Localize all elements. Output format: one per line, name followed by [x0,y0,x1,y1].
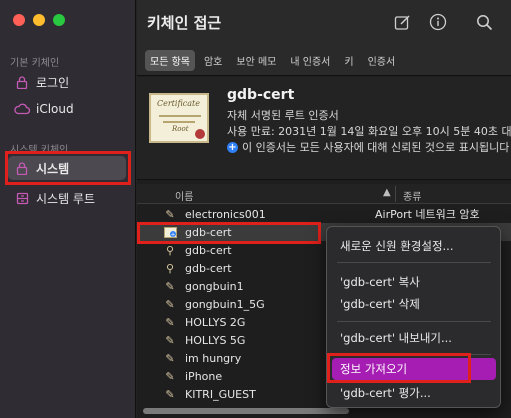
column-header-kind[interactable]: 종류 [403,188,421,203]
certificate-line [163,121,195,123]
certificate-name: gdb-cert [227,87,295,103]
sidebar-item-label: iCloud [36,102,74,116]
window-controls [13,14,65,26]
column-divider[interactable] [395,186,396,202]
menu-separator [337,262,491,263]
certificate-line [159,115,201,117]
menu-item-copy[interactable]: 'gdb-cert' 복사 [332,271,496,293]
row-name: KITRI_GUEST [185,387,256,401]
key-icon: ⚲ [165,243,175,257]
annotation-highlight-box [137,222,321,244]
row-name: iPhone [185,369,223,383]
certificate-image-sub: Root [172,125,189,133]
minimize-button[interactable] [33,14,45,26]
row-name: gongbuin1 [185,279,244,293]
tab-secure-notes[interactable]: 보안 메모 [231,50,281,71]
sidebar-item-icloud[interactable]: iCloud [8,97,126,121]
annotation-highlight-box [327,353,471,383]
tab-certificates[interactable]: 인증서 [363,50,401,71]
cabinet-icon [14,192,30,205]
sidebar-item-label: 로그인 [36,75,70,90]
key-pen-icon: ✎ [165,315,175,329]
row-name: gdb-cert [185,243,232,257]
sidebar-item-login[interactable]: 로그인 [8,70,126,94]
sidebar-item-label: 시스템 루트 [36,191,96,206]
row-name: gdb-cert [185,261,232,275]
keychain-window: 기본 키체인 로그인 iCloud 시스템 키체인 시스템 시스템 루트 키체인… [0,0,511,418]
category-tabs: 모든 항목 암호 보안 메모 내 인증서 키 인증서 [137,46,511,76]
key-pen-icon: ✎ [165,297,175,311]
close-button[interactable] [13,14,25,26]
certificate-trust: + 이 인증서는 모든 사용자에 대해 신뢰된 것으로 표시됩니다 [227,139,509,155]
row-name: gongbuin1_5G [185,297,265,311]
key-icon: ⚲ [165,261,175,275]
menu-separator [337,321,491,322]
key-pen-icon: ✎ [165,207,175,221]
info-icon[interactable] [428,12,448,32]
plus-badge-icon: + [227,141,238,153]
key-pen-icon: ✎ [165,387,175,401]
key-pen-icon: ✎ [165,279,175,293]
certificate-trust-text: 이 인증서는 모든 사용자에 대해 신뢰된 것으로 표시됩니다 [242,141,510,154]
tab-all-items[interactable]: 모든 항목 [145,50,195,71]
sidebar: 기본 키체인 로그인 iCloud 시스템 키체인 시스템 시스템 루트 [0,0,136,418]
tab-passwords[interactable]: 암호 [199,50,227,71]
menu-item-delete[interactable]: 'gdb-cert' 삭제 [332,293,496,315]
menu-item-new-identity-preference[interactable]: 새로운 신원 환경설정... [332,235,496,257]
certificate-image: Certificate Root [149,93,209,143]
zoom-button[interactable] [53,14,65,26]
row-name: im hungry [185,351,242,365]
certificate-expiry: 사용 만료: 2031년 1월 14일 화요일 오후 10시 5분 40초 대한… [227,125,511,138]
key-pen-icon: ✎ [165,369,175,383]
row-name: HOLLYS 5G [185,333,246,347]
row-kind: AirPort 네트워크 암호 [375,208,480,221]
window-title: 키체인 접근 [147,14,222,32]
search-icon[interactable] [474,12,494,32]
tab-my-certificates[interactable]: 내 인증서 [285,50,335,71]
sort-ascending-icon[interactable]: ▲ [383,187,391,198]
key-pen-icon: ✎ [165,333,175,347]
table-row[interactable]: ✎ electronics001 AirPort 네트워크 암호 [137,205,511,223]
certificate-seal [195,129,205,139]
row-name: HOLLYS 2G [185,315,246,329]
scrollbar-thumb[interactable] [143,408,349,414]
tab-keys[interactable]: 키 [339,50,358,71]
annotation-highlight-box [5,151,131,185]
toolbar: 키체인 접근 [137,0,511,46]
certificate-subtitle: 자체 서명된 루트 인증서 [227,109,339,122]
cloud-icon [14,103,30,115]
sidebar-item-system-roots[interactable]: 시스템 루트 [8,186,126,210]
menu-item-evaluate[interactable]: 'gdb-cert' 평가... [332,382,496,404]
key-pen-icon: ✎ [165,351,175,365]
sidebar-section-default: 기본 키체인 [10,58,60,69]
menu-item-export[interactable]: 'gdb-cert' 내보내기... [332,327,496,349]
certificate-detail: Certificate Root gdb-cert 자체 서명된 루트 인증서 … [137,77,511,180]
row-name: electronics001 [185,207,266,221]
edit-icon[interactable] [392,12,412,32]
lock-icon [14,75,30,89]
column-header-name[interactable]: 이름 [175,188,193,203]
certificate-image-title: Certificate [157,99,200,108]
list-header: 이름 ▲ 종류 [137,184,511,204]
